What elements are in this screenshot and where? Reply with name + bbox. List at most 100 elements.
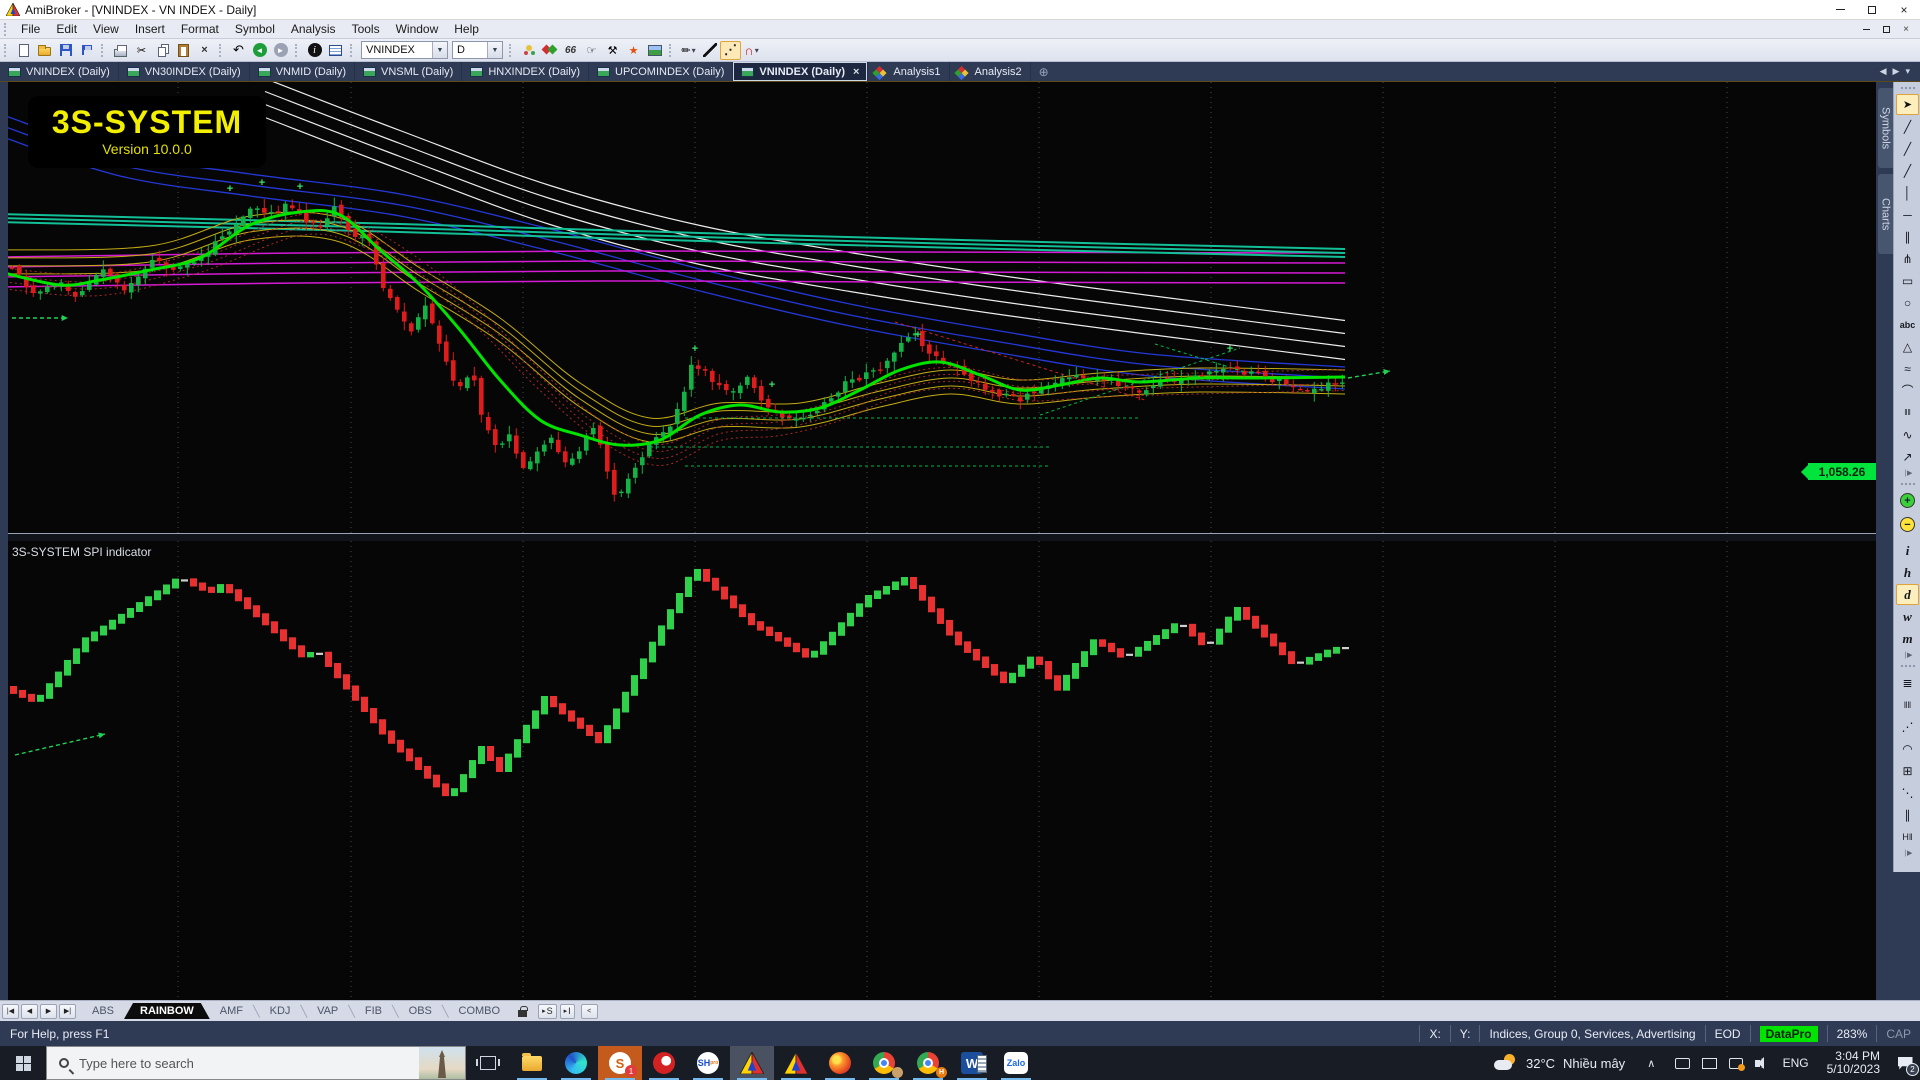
tab-scroll-right-icon[interactable]: ▶	[1893, 66, 1900, 77]
fib-time-zones-tool-button[interactable]: ‖‖	[1896, 694, 1919, 715]
price-chart-panel[interactable]: + + + + + + + 3S-SYSTEM Version 10.0.0 1,058.2…	[8, 82, 1876, 533]
fib-retracement-tool-button[interactable]: ≣	[1896, 672, 1919, 693]
doc-tab-analysis2[interactable]: Analysis2	[950, 62, 1031, 81]
channel-tool-button[interactable]: ∥	[1896, 804, 1919, 825]
taskbar-chrome[interactable]	[862, 1046, 906, 1080]
new-tab-icon[interactable]: ⊕	[1039, 65, 1049, 79]
tab-close-icon[interactable]: ×	[853, 66, 859, 78]
select-tool-button[interactable]: ➤	[1896, 94, 1919, 115]
search-daily-image[interactable]	[419, 1047, 465, 1079]
triangle-tool-button[interactable]: △	[1896, 336, 1919, 357]
doc-tab-upcomindex-daily-[interactable]: UPCOMINDEX (Daily)	[589, 62, 734, 81]
cycle-lines-tool-button[interactable]: ‖‖	[1896, 402, 1919, 423]
copy-button[interactable]	[152, 41, 173, 60]
interval-h-tool-button[interactable]: h	[1896, 562, 1919, 583]
tab-menu-icon[interactable]: ▾	[1905, 66, 1910, 77]
start-button[interactable]	[0, 1046, 46, 1080]
menu-item-analysis[interactable]: Analysis	[283, 21, 344, 37]
taskbar-edge[interactable]	[554, 1046, 598, 1080]
mdi-close-button[interactable]: ×	[1896, 21, 1916, 37]
ray-tool-button[interactable]: ╱	[1896, 138, 1919, 159]
cut-button[interactable]: ✂	[131, 41, 152, 60]
mdi-restore-button[interactable]	[1876, 21, 1896, 37]
language-indicator[interactable]: ENG	[1775, 1056, 1817, 1070]
doc-tab-vnindex-daily--active[interactable]: VNINDEX (Daily) ×	[733, 62, 869, 81]
chart-settings-button[interactable]	[325, 41, 346, 60]
tools-button[interactable]: ⚒	[602, 41, 623, 60]
gann-fan-tool-button[interactable]: ⋱	[1896, 782, 1919, 803]
touch-keyboard-icon[interactable]	[1675, 1057, 1691, 1069]
mdi-minimize-button[interactable]	[1856, 21, 1876, 37]
dotted-line-tool-button[interactable]: ⋰	[720, 40, 741, 60]
doc-tab-hnxindex-daily-[interactable]: HNXINDEX (Daily)	[462, 62, 589, 81]
notification-center-button[interactable]: 2	[1890, 1046, 1920, 1080]
menu-item-view[interactable]: View	[85, 21, 127, 37]
doc-tab-analysis1[interactable]: Analysis1	[868, 62, 950, 81]
restore-button[interactable]	[1856, 0, 1888, 19]
insert-section-s-button[interactable]: ▸ S	[538, 1003, 557, 1019]
wave-tool-button[interactable]: ≈	[1896, 358, 1919, 379]
forward-button[interactable]: ►	[270, 41, 291, 60]
save-all-button[interactable]	[76, 41, 97, 60]
sidebar-tab-charts[interactable]: Charts	[1878, 174, 1893, 254]
search-box[interactable]: Type here to search	[46, 1046, 466, 1080]
volume-icon[interactable]: )	[1755, 1057, 1765, 1069]
toolbar-expand-icon[interactable]: ∣▶	[1898, 650, 1918, 659]
sheet-tab-fib[interactable]: FIB	[355, 1003, 392, 1019]
menu-item-tools[interactable]: Tools	[344, 21, 388, 37]
doc-tab-vnindex-daily-[interactable]: VNINDEX (Daily)	[0, 62, 119, 81]
save-button[interactable]	[55, 41, 76, 60]
taskbar-file-explorer[interactable]	[510, 1046, 554, 1080]
network-icon[interactable]	[1702, 1057, 1718, 1069]
paste-button[interactable]	[173, 41, 194, 60]
lock-icon[interactable]	[518, 1005, 528, 1017]
doc-tab-vnmid-daily-[interactable]: VNMID (Daily)	[250, 62, 355, 81]
rectangle-tool-button[interactable]: ▭	[1896, 270, 1919, 291]
interval-combo[interactable]: D ▼	[452, 41, 503, 59]
interval-w-tool-button[interactable]: w	[1896, 606, 1919, 627]
symbol-info-button[interactable]: i	[304, 41, 325, 60]
interval-i-tool-button[interactable]: i	[1896, 540, 1919, 561]
sheet-tab-obs[interactable]: OBS	[399, 1003, 442, 1019]
toolbar-expand-icon[interactable]: ∣▶	[1898, 848, 1918, 857]
taskbar-app-red-circle[interactable]	[642, 1046, 686, 1080]
spi-indicator-panel[interactable]: 3S-SYSTEM SPI indicator	[8, 541, 1876, 1000]
undo-button[interactable]: ↶	[228, 41, 249, 60]
line-tool-button[interactable]	[699, 41, 720, 60]
menu-item-format[interactable]: Format	[173, 21, 227, 37]
sheet-tab-vap[interactable]: VAP	[307, 1003, 348, 1019]
sidebar-tab-symbols[interactable]: Symbols	[1878, 88, 1893, 168]
taskbar-app-orange-s[interactable]: S1	[598, 1046, 642, 1080]
menu-item-help[interactable]: Help	[446, 21, 487, 37]
interval-d-tool-button[interactable]: d	[1896, 584, 1919, 605]
sheet-first-button[interactable]: |◀	[2, 1003, 19, 1019]
sheet-prev-button[interactable]: ◀	[21, 1003, 38, 1019]
taskbar-firefox[interactable]	[818, 1046, 862, 1080]
hand-tool-button[interactable]: ☞	[581, 41, 602, 60]
doc-tab-vn30index-daily-[interactable]: VN30INDEX (Daily)	[119, 62, 250, 81]
doc-tab-vnsml-daily-[interactable]: VNSML (Daily)	[355, 62, 463, 81]
panel-splitter[interactable]	[8, 533, 1876, 541]
sheet-last-button[interactable]: ▶|	[59, 1003, 76, 1019]
insert-section-i-button[interactable]: ▸ I	[559, 1003, 575, 1019]
arc-tool-button[interactable]: ⌒	[1896, 380, 1919, 401]
menu-item-insert[interactable]: Insert	[127, 21, 173, 37]
pitchfork-tool-button[interactable]: ⋔	[1896, 248, 1919, 269]
back-button[interactable]: ◄	[249, 41, 270, 60]
interval-combo-dropdown[interactable]: ▼	[487, 42, 502, 58]
horizontal-segment-tool-button[interactable]: ─	[1896, 204, 1919, 225]
favorites-button[interactable]: ★	[623, 41, 644, 60]
symbol-combo-dropdown[interactable]: ▼	[432, 42, 447, 58]
extended-line-tool-button[interactable]: ╱	[1896, 160, 1919, 181]
parameters-button[interactable]	[518, 41, 539, 60]
taskbar-chrome-h[interactable]: H	[906, 1046, 950, 1080]
trendline-tool-button[interactable]: ╱	[1896, 116, 1919, 137]
toolbar-expand-icon[interactable]: ∣▶	[1898, 468, 1918, 477]
magnet-tool-button[interactable]: ∩ ▾	[741, 41, 762, 60]
sheet-tab-amf[interactable]: AMF	[210, 1003, 253, 1019]
taskbar-word[interactable]: W	[950, 1046, 994, 1080]
image-button[interactable]	[644, 41, 665, 60]
weather-widget[interactable]: 32°C Nhiều mây	[1482, 1054, 1637, 1072]
pencil-tool-button[interactable]: ✏ ▾	[678, 41, 699, 60]
delete-button[interactable]: ×	[194, 41, 215, 60]
